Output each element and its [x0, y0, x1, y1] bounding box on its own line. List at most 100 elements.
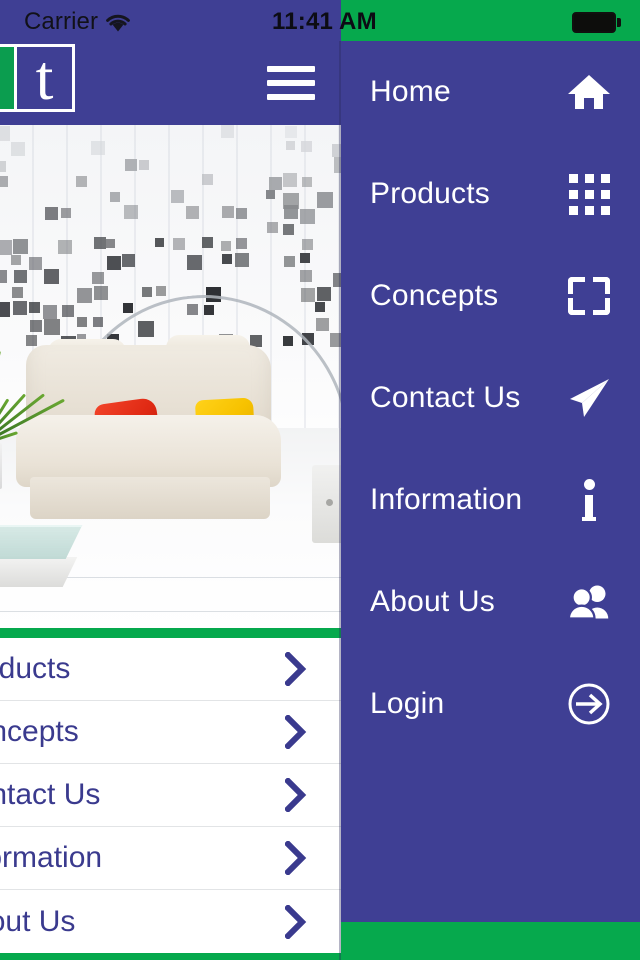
- drawer-item-home[interactable]: Home: [341, 41, 640, 143]
- mosaic-pixel: [266, 190, 275, 199]
- mosaic-pixel: [11, 255, 21, 265]
- mosaic-pixel: [123, 303, 133, 313]
- quick-nav-item-about-us[interactable]: About Us: [0, 890, 341, 953]
- mosaic-pixel: [61, 208, 71, 218]
- drawer-item-information[interactable]: Information: [341, 449, 640, 551]
- battery-shell: [572, 12, 616, 33]
- mosaic-pixel: [94, 237, 106, 249]
- mosaic-pixel: [94, 286, 108, 300]
- mosaic-pixel: [92, 272, 104, 284]
- mosaic-pixel: [13, 239, 28, 254]
- mosaic-pixel: [139, 160, 149, 170]
- chevron-right-icon: [283, 650, 307, 688]
- quick-nav-item-label: About Us: [0, 904, 76, 938]
- mosaic-pixel: [236, 238, 247, 249]
- chevron-right-icon: [283, 776, 307, 814]
- hero-banner-image[interactable]: [0, 125, 341, 628]
- logo-letter-t: t: [17, 46, 72, 110]
- chevron-right-icon: [283, 839, 307, 877]
- drawer-item-contact-us[interactable]: Contact Us: [341, 347, 640, 449]
- quick-nav-item-products[interactable]: Products: [0, 638, 341, 701]
- mosaic-pixel: [317, 192, 333, 208]
- mosaic-pixel: [0, 161, 6, 172]
- mosaic-pixel: [171, 190, 184, 203]
- mosaic-pixel: [155, 238, 164, 247]
- mosaic-pixel: [202, 174, 213, 185]
- quick-nav-item-label: Concepts: [0, 715, 79, 748]
- app-screen: e t: [0, 0, 640, 960]
- home-icon: [567, 70, 611, 114]
- mosaic-pixel: [29, 302, 40, 313]
- mosaic-pixel: [156, 286, 166, 296]
- mosaic-pixel: [269, 177, 282, 190]
- floor-line: [0, 611, 341, 612]
- logo-letter-e: e: [0, 46, 14, 110]
- paper-plane-icon: [567, 376, 611, 420]
- mosaic-pixel: [284, 256, 295, 267]
- app-logo[interactable]: e t: [0, 44, 75, 112]
- mosaic-pixel: [0, 126, 10, 141]
- info-icon: [582, 479, 596, 521]
- mosaic-pixel: [302, 239, 313, 250]
- sofa-base: [30, 477, 270, 519]
- mosaic-pixel: [44, 269, 59, 284]
- mosaic-pixel: [0, 270, 7, 283]
- drawer-item-label: Login: [370, 687, 445, 720]
- drawer-bottom-green-bar: [341, 922, 640, 960]
- drawer-item-login[interactable]: Login: [341, 653, 640, 755]
- mosaic-pixel: [222, 254, 232, 264]
- mosaic-pixel: [317, 287, 331, 301]
- mosaic-pixel: [202, 237, 213, 248]
- mosaic-pixel: [14, 270, 27, 283]
- drawer-item-about-us[interactable]: About Us: [341, 551, 640, 653]
- mosaic-pixel: [285, 126, 297, 138]
- drawer-item-label: Information: [370, 483, 523, 516]
- chevron-right-icon: [283, 713, 307, 751]
- drawer-item-label: About Us: [370, 585, 495, 618]
- mosaic-pixel: [77, 317, 87, 327]
- mosaic-pixel: [300, 270, 312, 282]
- mosaic-pixel: [267, 222, 278, 233]
- hamburger-bar: [267, 66, 315, 72]
- mosaic-pixel: [142, 287, 152, 297]
- floor-speaker: [312, 465, 341, 543]
- navigation-drawer: Home Products Concepts Contact Us Informatio…: [341, 0, 640, 960]
- mosaic-pixel: [316, 318, 329, 331]
- mosaic-pixel: [110, 192, 120, 202]
- hamburger-menu-icon[interactable]: [267, 66, 315, 100]
- mosaic-pixel: [26, 335, 37, 346]
- mosaic-pixel: [315, 302, 325, 312]
- drawer-item-products[interactable]: Products: [341, 143, 640, 245]
- hamburger-bar: [267, 80, 315, 86]
- mosaic-pixel: [29, 257, 42, 270]
- carrier-label: Carrier: [24, 8, 99, 35]
- drawer-menu-list: Home Products Concepts Contact Us Informatio…: [341, 41, 640, 755]
- speaker-driver: [326, 499, 333, 506]
- mosaic-pixel: [283, 224, 294, 235]
- mosaic-pixel: [0, 302, 10, 317]
- drawer-item-concepts[interactable]: Concepts: [341, 245, 640, 347]
- mosaic-pixel: [0, 240, 12, 255]
- mosaic-pixel: [302, 177, 312, 187]
- mosaic-pixel: [236, 208, 247, 219]
- drawer-item-label: Home: [370, 75, 451, 108]
- mosaic-pixel: [30, 320, 42, 332]
- quick-nav-item-label: Information: [0, 841, 103, 874]
- grid-apps-icon: [567, 172, 611, 216]
- mosaic-pixel: [12, 287, 23, 298]
- page-bottom-green-bar: [0, 953, 341, 960]
- mosaic-pixel: [301, 141, 312, 152]
- mosaic-pixel: [91, 141, 105, 155]
- bracket-top-left: [568, 277, 585, 294]
- quick-nav-item-concepts[interactable]: Concepts: [0, 701, 341, 764]
- mosaic-pixel: [301, 288, 315, 302]
- mosaic-pixel: [221, 241, 231, 251]
- quick-nav-item-information[interactable]: Information: [0, 827, 341, 890]
- drawer-item-label: Contact Us: [370, 381, 521, 414]
- mosaic-pixel: [44, 319, 60, 335]
- bracket-top-right: [593, 277, 610, 294]
- wifi-icon: [104, 11, 132, 33]
- quick-nav-item-label: Contact Us: [0, 778, 101, 811]
- quick-nav-item-contact-us[interactable]: Contact Us: [0, 764, 341, 827]
- hamburger-bar: [267, 94, 315, 100]
